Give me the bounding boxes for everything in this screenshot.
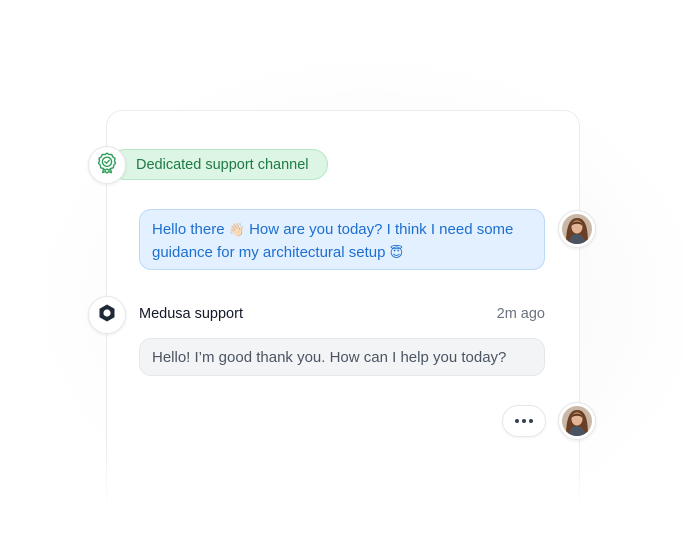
medusa-logo-icon — [97, 303, 117, 328]
badge-label: Dedicated support channel — [136, 156, 309, 173]
support-message-text: Hello! I’m good thank you. How can I hel… — [152, 348, 507, 366]
support-sender-name: Medusa support — [139, 306, 243, 322]
badge-icon-circle — [88, 146, 126, 184]
user-avatar-image — [562, 214, 592, 244]
support-channel-badge: Dedicated support channel — [110, 149, 328, 180]
user-message-bubble: Hello there 👋🏻 How are you today? I thin… — [139, 209, 545, 270]
user-avatar[interactable] — [558, 210, 596, 248]
bottom-fade — [100, 440, 590, 560]
user-avatar-image — [562, 406, 592, 436]
ellipsis-icon — [515, 419, 533, 423]
award-check-icon — [95, 151, 119, 180]
smiling-halo-emoji: 😇 — [389, 246, 404, 261]
user-avatar-typing[interactable] — [558, 402, 596, 440]
waving-hand-emoji: 👋🏻 — [228, 223, 245, 238]
medusa-avatar[interactable] — [88, 296, 126, 334]
support-message-bubble: Hello! I’m good thank you. How can I hel… — [139, 338, 545, 376]
typing-indicator — [502, 405, 546, 437]
support-message-time: 2m ago — [496, 306, 545, 322]
user-message-text-1: Hello there — [152, 221, 229, 238]
